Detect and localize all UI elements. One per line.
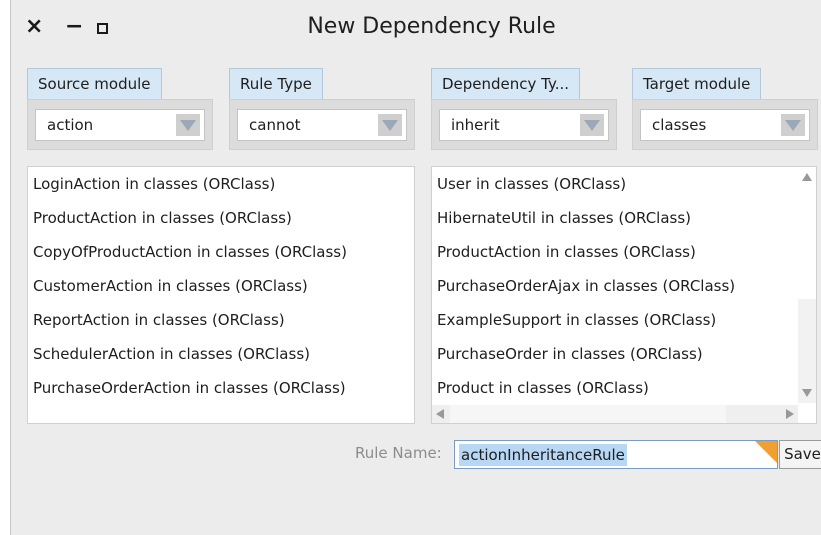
tab-source-module[interactable]: Source module	[27, 68, 162, 100]
tab-target-module[interactable]: Target module	[632, 68, 762, 100]
edited-marker-icon	[755, 441, 777, 463]
dependency-type-select[interactable]: inherit	[439, 109, 609, 141]
list-item[interactable]: PurchaseOrder in classes (ORClass)	[432, 337, 816, 371]
target-module-panel: classes	[632, 99, 818, 150]
chevron-down-icon[interactable]	[580, 114, 604, 136]
source-module-value: action	[47, 116, 94, 134]
horizontal-scrollbar[interactable]	[432, 405, 798, 423]
list-item[interactable]: CustomerAction in classes (ORClass)	[28, 269, 414, 303]
list-item[interactable]: ReportAction in classes (ORClass)	[28, 303, 414, 337]
horizontal-scroll-thumb[interactable]	[450, 405, 726, 423]
chevron-down-icon[interactable]	[176, 114, 200, 136]
rule-type-panel: cannot	[229, 99, 415, 150]
rule-name-value: actionInheritanceRule	[459, 444, 627, 466]
target-module-select[interactable]: classes	[640, 109, 810, 141]
list-item[interactable]: ExampleSupport in classes (ORClass)	[432, 303, 816, 337]
window-title: New Dependency Rule	[307, 14, 556, 39]
list-item[interactable]: CopyOfProductAction in classes (ORClass)	[28, 235, 414, 269]
list-item[interactable]: HibernateUtil in classes (ORClass)	[432, 201, 816, 235]
vertical-scroll-thumb[interactable]	[798, 167, 816, 299]
rule-name-input[interactable]: actionInheritanceRule	[454, 440, 778, 469]
list-item[interactable]: Product in classes (ORClass)	[432, 371, 816, 405]
list-item[interactable]: ProductAction in classes (ORClass)	[432, 235, 816, 269]
chevron-down-icon[interactable]	[378, 114, 402, 136]
list-item[interactable]: SchedulerAction in classes (ORClass)	[28, 337, 414, 371]
target-class-list[interactable]: User in classes (ORClass) HibernateUtil …	[431, 166, 817, 424]
save-button[interactable]: Save	[779, 440, 821, 469]
vertical-scrollbar[interactable]	[798, 167, 816, 403]
title-bar: × − New Dependency Rule	[11, 0, 821, 58]
scroll-right-icon[interactable]	[786, 409, 794, 419]
source-module-panel: action	[27, 99, 213, 150]
scroll-down-icon[interactable]	[802, 389, 812, 397]
list-item[interactable]: PurchaseOrderAction in classes (ORClass)	[28, 371, 414, 405]
rule-name-label: Rule Name:	[355, 444, 442, 462]
target-module-group: Target module classes	[632, 68, 818, 150]
target-module-value: classes	[652, 116, 707, 134]
dependency-type-panel: inherit	[431, 99, 617, 150]
source-class-list[interactable]: LoginAction in classes (ORClass) Product…	[27, 166, 415, 424]
rule-type-select[interactable]: cannot	[237, 109, 407, 141]
list-item[interactable]: User in classes (ORClass)	[432, 167, 816, 201]
scroll-left-icon[interactable]	[436, 409, 444, 419]
source-module-group: Source module action	[27, 68, 213, 150]
tab-rule-type[interactable]: Rule Type	[229, 68, 323, 100]
dependency-type-value: inherit	[451, 116, 500, 134]
rule-type-group: Rule Type cannot	[229, 68, 415, 150]
list-item[interactable]: ProductAction in classes (ORClass)	[28, 201, 414, 235]
scroll-up-icon[interactable]	[802, 173, 812, 181]
list-item[interactable]: LoginAction in classes (ORClass)	[28, 167, 414, 201]
dependency-type-group: Dependency Ty... inherit	[431, 68, 617, 150]
rule-type-value: cannot	[249, 116, 301, 134]
chevron-down-icon[interactable]	[781, 114, 805, 136]
dialog-window: × − New Dependency Rule Source module ac…	[10, 0, 821, 535]
source-module-select[interactable]: action	[35, 109, 205, 141]
list-item[interactable]: PurchaseOrderAjax in classes (ORClass)	[432, 269, 816, 303]
tab-dependency-type[interactable]: Dependency Ty...	[431, 68, 581, 100]
